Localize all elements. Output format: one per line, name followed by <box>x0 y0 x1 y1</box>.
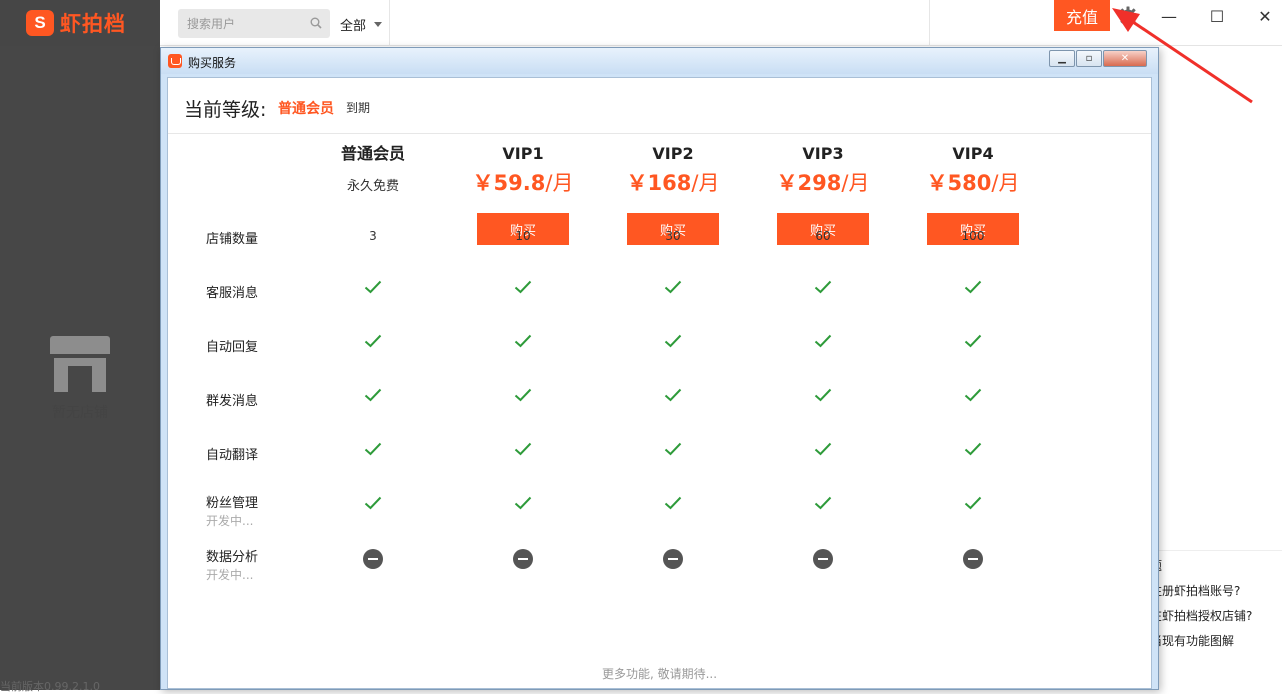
plan-name: VIP2 <box>652 144 694 163</box>
current-level-bar: 当前等级: 普通会员 到期 <box>168 78 1151 134</box>
chevron-down-icon <box>374 22 383 27</box>
feature-label: 粉丝管理 开发中... <box>206 496 259 528</box>
logo-text: 虾拍档 <box>60 12 126 36</box>
check-icon <box>313 442 433 459</box>
unavailable-icon <box>463 549 583 572</box>
check-icon <box>613 388 733 405</box>
check-icon <box>913 496 1033 513</box>
check-icon <box>313 334 433 351</box>
divider <box>929 0 930 46</box>
dialog-minimize-button[interactable]: ▁ <box>1049 50 1075 67</box>
level-value: 普通会员 <box>278 101 334 117</box>
check-icon <box>763 334 883 351</box>
feature-status: 开发中... <box>206 568 254 582</box>
sidebar: S 虾拍档 暂无店铺 当前版本0.99.2.1.0 <box>0 0 160 693</box>
check-icon <box>763 280 883 297</box>
plan-price: ￥59.8/月 <box>472 171 574 195</box>
check-icon <box>913 388 1033 405</box>
feature-value: 60 <box>815 229 831 243</box>
store-icon <box>48 336 112 394</box>
feature-label: 店铺数量 <box>206 232 259 247</box>
plan-name: 普通会员 <box>340 144 405 163</box>
check-icon <box>463 388 583 405</box>
dialog-maximize-button[interactable]: ▫ <box>1076 50 1102 67</box>
search-input[interactable] <box>178 9 298 38</box>
level-expire: 到期 <box>346 101 371 115</box>
check-icon <box>463 442 583 459</box>
shop-bag-icon <box>168 54 182 68</box>
check-icon <box>313 388 433 405</box>
feature-label: 自动翻译 <box>206 448 259 463</box>
dialog-title: 购买服务 <box>188 56 237 70</box>
help-panel: 题 注册虾拍档账号? 在虾拍档授权店铺? 当现有功能图解 <box>1150 550 1282 657</box>
unavailable-icon <box>613 549 733 572</box>
check-icon <box>313 496 433 513</box>
check-icon <box>463 496 583 513</box>
search-icon[interactable] <box>310 17 322 29</box>
plan-price: ￥580/月 <box>926 171 1020 195</box>
check-icon <box>913 280 1033 297</box>
check-icon <box>463 334 583 351</box>
purchase-dialog: 购买服务 ▁ ▫ ✕ 当前等级: 普通会员 到期 普通会员 永久免费 VIP1 … <box>160 47 1159 690</box>
plan-price: ￥168/月 <box>626 171 720 195</box>
unavailable-icon <box>913 549 1033 572</box>
filter-dropdown[interactable]: 全部 <box>340 15 383 34</box>
more-features-text: 更多功能, 敬请期待... <box>601 667 718 681</box>
check-icon <box>913 334 1033 351</box>
annotation-arrow-icon <box>1112 8 1253 104</box>
logo-icon: S <box>26 10 54 36</box>
feature-value: 100 <box>961 229 985 243</box>
feature-label: 数据分析 开发中... <box>206 550 259 582</box>
level-label: 当前等级: <box>184 99 267 121</box>
unavailable-icon <box>313 549 433 572</box>
check-icon <box>463 280 583 297</box>
dialog-body: 当前等级: 普通会员 到期 普通会员 永久免费 VIP1 ￥59.8/月 购买 … <box>167 77 1152 689</box>
check-icon <box>313 280 433 297</box>
feature-value: 30 <box>665 229 681 243</box>
feature-value: 3 <box>369 229 377 243</box>
plan-name: VIP4 <box>952 144 994 163</box>
unavailable-icon <box>763 549 883 572</box>
help-link[interactable]: 注册虾拍档账号? <box>1150 582 1282 599</box>
check-icon <box>613 496 733 513</box>
feature-value: 10 <box>515 229 531 243</box>
version-text: 当前版本0.99.2.1.0 <box>0 680 100 693</box>
filter-label: 全部 <box>340 19 367 34</box>
empty-store-label: 暂无店铺 <box>52 405 108 421</box>
plan-note: 永久免费 <box>346 179 399 194</box>
feature-label: 群发消息 <box>206 394 259 409</box>
help-title: 题 <box>1150 557 1282 574</box>
empty-store-placeholder: 暂无店铺 <box>46 336 114 422</box>
app-logo: S 虾拍档 <box>0 0 160 46</box>
feature-label: 客服消息 <box>206 286 259 301</box>
check-icon <box>913 442 1033 459</box>
help-link[interactable]: 当现有功能图解 <box>1150 632 1282 649</box>
help-link[interactable]: 在虾拍档授权店铺? <box>1150 607 1282 624</box>
plan-name: VIP3 <box>802 144 844 163</box>
check-icon <box>613 442 733 459</box>
check-icon <box>763 442 883 459</box>
search-box <box>178 9 330 38</box>
check-icon <box>763 388 883 405</box>
check-icon <box>613 280 733 297</box>
feature-status: 开发中... <box>206 514 254 528</box>
check-icon <box>763 496 883 513</box>
dialog-titlebar[interactable]: 购买服务 ▁ ▫ ✕ <box>161 48 1158 74</box>
plan-price: ￥298/月 <box>776 171 870 195</box>
plan-free: 普通会员 永久免费 <box>313 144 433 194</box>
check-icon <box>613 334 733 351</box>
feature-label: 自动回复 <box>206 340 259 355</box>
plan-name: VIP1 <box>502 144 544 163</box>
divider <box>389 0 390 46</box>
